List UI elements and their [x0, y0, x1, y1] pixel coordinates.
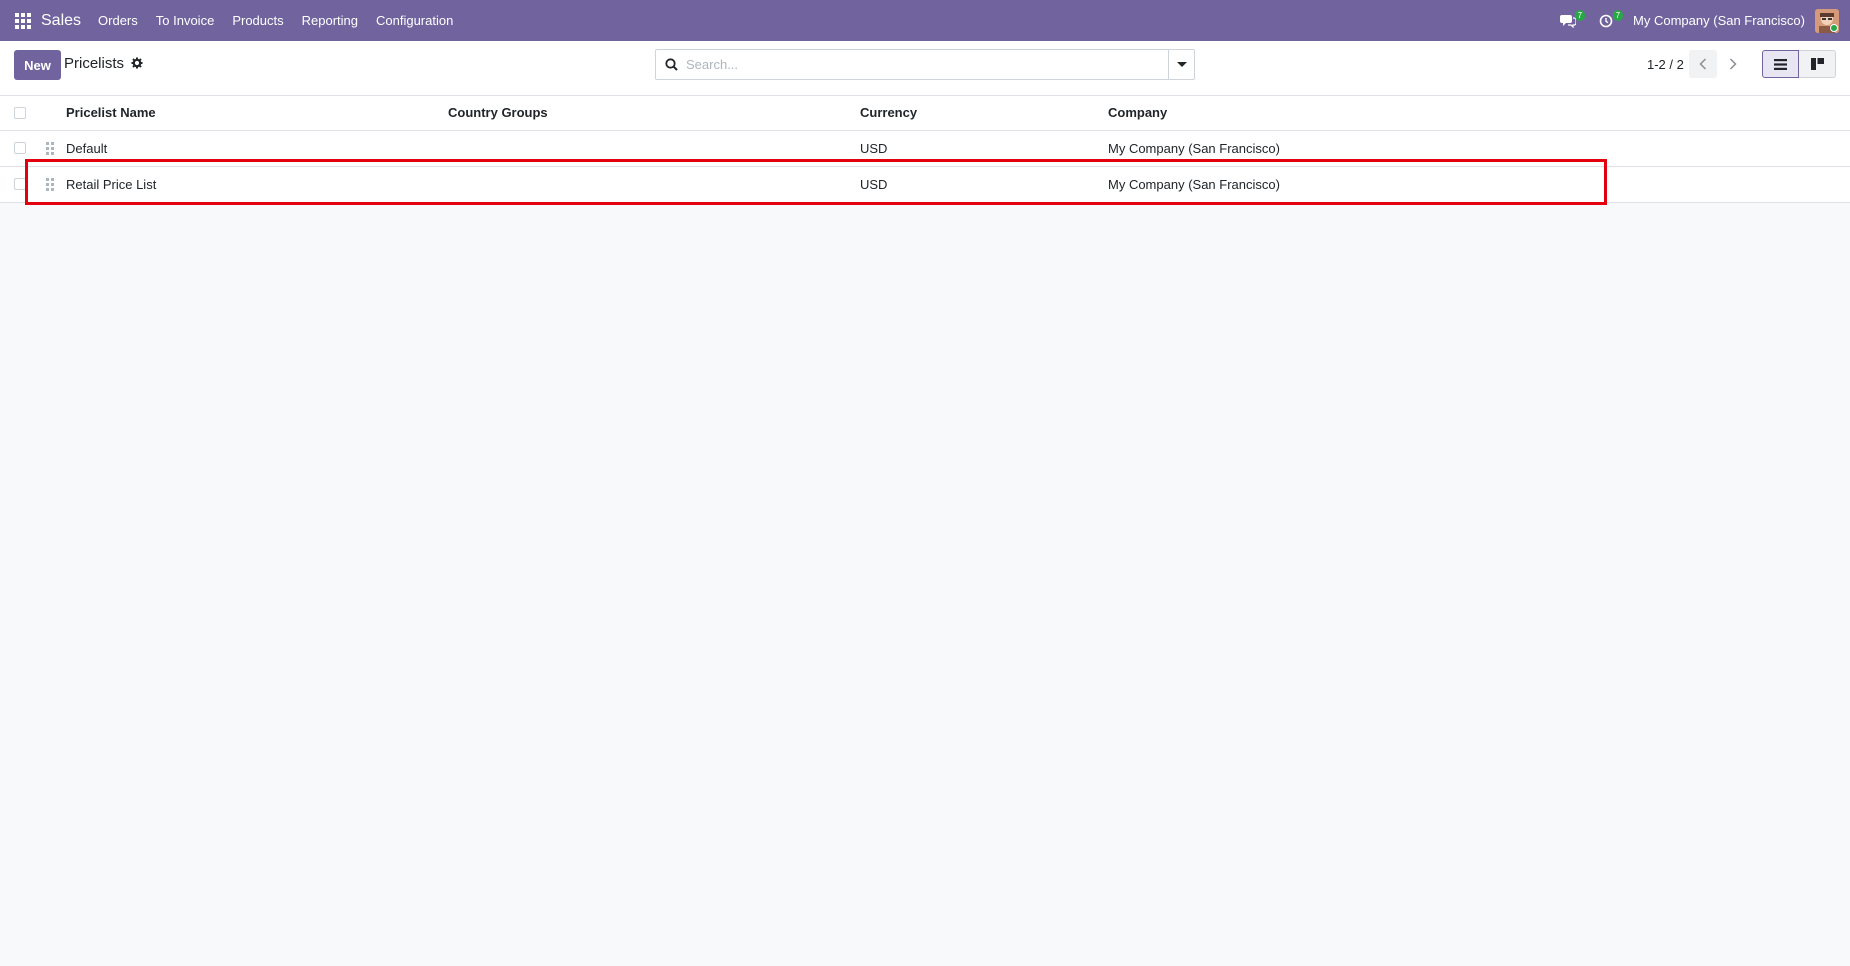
- cell-country-groups[interactable]: [448, 130, 860, 167]
- cell-currency[interactable]: USD: [860, 130, 1108, 167]
- chevron-left-icon: [1699, 58, 1707, 70]
- cell-currency[interactable]: USD: [860, 166, 1108, 203]
- cell-company[interactable]: My Company (San Francisco): [1108, 166, 1850, 203]
- messages-button[interactable]: 7: [1557, 0, 1586, 41]
- menu-item-reporting[interactable]: Reporting: [293, 0, 367, 41]
- column-header-pricelist-name[interactable]: Pricelist Name: [66, 96, 448, 131]
- list-view-button[interactable]: [1762, 50, 1799, 78]
- table-row[interactable]: Default USD My Company (San Francisco): [0, 130, 1850, 167]
- gear-icon[interactable]: [131, 57, 143, 72]
- page-title: Pricelists: [64, 55, 125, 72]
- drag-handle-icon[interactable]: [46, 177, 54, 191]
- top-navbar: Sales Orders To Invoice Products Reporti…: [0, 0, 1850, 41]
- cell-country-groups[interactable]: [448, 166, 860, 203]
- online-status-dot: [1830, 23, 1838, 32]
- clock-icon: [1599, 14, 1613, 27]
- messages-count-badge: 7: [1574, 10, 1586, 21]
- search-bar: [655, 49, 1195, 80]
- kanban-view-button[interactable]: [1799, 50, 1836, 78]
- kanban-icon: [1810, 58, 1824, 70]
- company-switcher[interactable]: My Company (San Francisco): [1633, 13, 1805, 28]
- search-icon: [656, 50, 686, 79]
- chat-icon: [1560, 14, 1577, 28]
- menu-item-orders[interactable]: Orders: [89, 0, 147, 41]
- column-header-company[interactable]: Company: [1108, 96, 1850, 131]
- apps-grid-icon[interactable]: [15, 12, 31, 29]
- new-button[interactable]: New: [14, 50, 61, 80]
- pricelist-table: Pricelist Name Country Groups Currency C…: [0, 96, 1850, 203]
- pager-next-button[interactable]: [1719, 50, 1747, 78]
- cell-company[interactable]: My Company (San Francisco): [1108, 130, 1850, 167]
- menu-item-configuration[interactable]: Configuration: [367, 0, 462, 41]
- app-name[interactable]: Sales: [41, 12, 81, 30]
- table-row[interactable]: Retail Price List USD My Company (San Fr…: [0, 166, 1850, 203]
- pager-value[interactable]: 1-2 / 2: [1647, 57, 1684, 72]
- list-icon: [1774, 58, 1787, 70]
- caret-down-icon: [1176, 62, 1187, 67]
- menu-item-products[interactable]: Products: [223, 0, 292, 41]
- pager-previous-button[interactable]: [1689, 50, 1717, 78]
- drag-handle-icon[interactable]: [46, 141, 54, 155]
- chevron-right-icon: [1729, 58, 1737, 70]
- user-avatar[interactable]: [1815, 8, 1839, 33]
- row-checkbox[interactable]: [14, 142, 26, 154]
- cell-pricelist-name[interactable]: Retail Price List: [66, 166, 448, 203]
- cell-pricelist-name[interactable]: Default: [66, 130, 448, 167]
- activities-button[interactable]: 7: [1595, 0, 1624, 41]
- search-options-toggle[interactable]: [1168, 50, 1194, 79]
- menu-item-to-invoice[interactable]: To Invoice: [147, 0, 224, 41]
- select-all-checkbox[interactable]: [14, 106, 26, 119]
- column-header-country-groups[interactable]: Country Groups: [448, 96, 860, 131]
- column-header-currency[interactable]: Currency: [860, 96, 1108, 131]
- control-panel: New Pricelists 1-2 / 2: [0, 41, 1850, 96]
- activities-count-badge: 7: [1612, 10, 1624, 21]
- search-input[interactable]: [686, 51, 1168, 78]
- row-checkbox[interactable]: [14, 178, 26, 190]
- table-header-row: Pricelist Name Country Groups Currency C…: [0, 96, 1850, 131]
